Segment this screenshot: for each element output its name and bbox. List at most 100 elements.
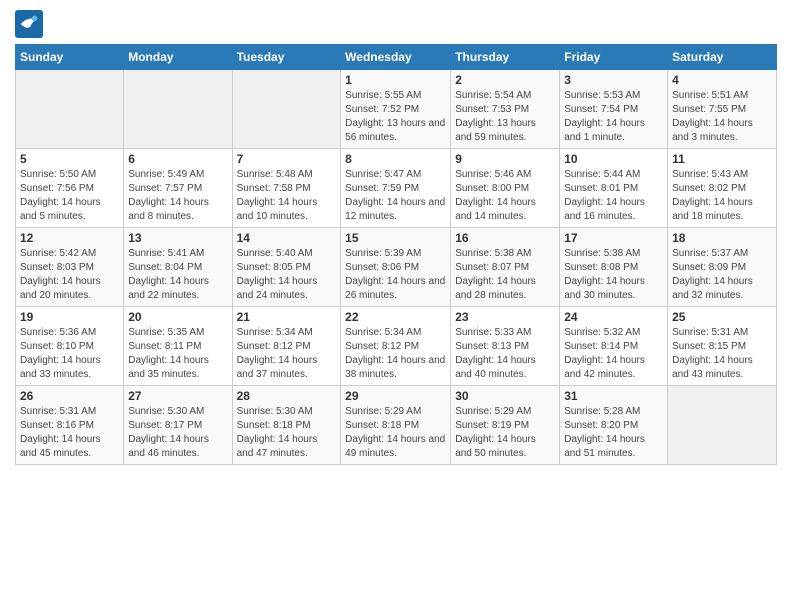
week-row-4: 19 Sunrise: 5:36 AMSunset: 8:10 PMDayligh… xyxy=(16,307,777,386)
day-number: 23 xyxy=(455,310,555,324)
day-info: Sunrise: 5:29 AMSunset: 8:18 PMDaylight:… xyxy=(345,405,446,461)
day-info: Sunrise: 5:47 AMSunset: 7:59 PMDaylight:… xyxy=(345,168,446,224)
weekday-header-row: SundayMondayTuesdayWednesdayThursdayFrid… xyxy=(16,45,777,70)
day-number: 15 xyxy=(345,231,446,245)
day-info: Sunrise: 5:50 AMSunset: 7:56 PMDaylight:… xyxy=(20,168,119,224)
day-info: Sunrise: 5:48 AMSunset: 7:58 PMDaylight:… xyxy=(237,168,337,224)
calendar-table: SundayMondayTuesdayWednesdayThursdayFrid… xyxy=(15,44,777,465)
calendar-cell: 6 Sunrise: 5:49 AMSunset: 7:57 PMDaylight… xyxy=(124,149,232,228)
calendar-cell: 8 Sunrise: 5:47 AMSunset: 7:59 PMDaylight… xyxy=(341,149,451,228)
calendar-cell: 11 Sunrise: 5:43 AMSunset: 8:02 PMDayligh… xyxy=(668,149,777,228)
day-info: Sunrise: 5:34 AMSunset: 8:12 PMDaylight:… xyxy=(345,326,446,382)
day-number: 14 xyxy=(237,231,337,245)
day-number: 17 xyxy=(564,231,663,245)
day-number: 21 xyxy=(237,310,337,324)
day-number: 3 xyxy=(564,73,663,87)
day-number: 29 xyxy=(345,389,446,403)
week-row-1: 1 Sunrise: 5:55 AMSunset: 7:52 PMDaylight… xyxy=(16,70,777,149)
day-number: 2 xyxy=(455,73,555,87)
calendar-cell xyxy=(124,70,232,149)
calendar-cell: 29 Sunrise: 5:29 AMSunset: 8:18 PMDayligh… xyxy=(341,386,451,465)
day-info: Sunrise: 5:38 AMSunset: 8:08 PMDaylight:… xyxy=(564,247,663,303)
day-info: Sunrise: 5:28 AMSunset: 8:20 PMDaylight:… xyxy=(564,405,663,461)
calendar-cell: 3 Sunrise: 5:53 AMSunset: 7:54 PMDaylight… xyxy=(560,70,668,149)
day-number: 27 xyxy=(128,389,227,403)
day-info: Sunrise: 5:53 AMSunset: 7:54 PMDaylight:… xyxy=(564,89,663,145)
calendar-cell: 24 Sunrise: 5:32 AMSunset: 8:14 PMDayligh… xyxy=(560,307,668,386)
day-number: 13 xyxy=(128,231,227,245)
day-number: 31 xyxy=(564,389,663,403)
day-number: 25 xyxy=(672,310,772,324)
day-info: Sunrise: 5:43 AMSunset: 8:02 PMDaylight:… xyxy=(672,168,772,224)
day-info: Sunrise: 5:54 AMSunset: 7:53 PMDaylight:… xyxy=(455,89,555,145)
calendar-cell: 21 Sunrise: 5:34 AMSunset: 8:12 PMDayligh… xyxy=(232,307,341,386)
day-info: Sunrise: 5:46 AMSunset: 8:00 PMDaylight:… xyxy=(455,168,555,224)
day-info: Sunrise: 5:36 AMSunset: 8:10 PMDaylight:… xyxy=(20,326,119,382)
day-info: Sunrise: 5:35 AMSunset: 8:11 PMDaylight:… xyxy=(128,326,227,382)
calendar-cell: 28Sunrise: 5:30 AMSunset: 8:18 PMDayligh… xyxy=(232,386,341,465)
calendar-cell: 9 Sunrise: 5:46 AMSunset: 8:00 PMDaylight… xyxy=(451,149,560,228)
weekday-header-wednesday: Wednesday xyxy=(341,45,451,70)
calendar-cell: 20 Sunrise: 5:35 AMSunset: 8:11 PMDayligh… xyxy=(124,307,232,386)
weekday-header-thursday: Thursday xyxy=(451,45,560,70)
calendar-cell: 14 Sunrise: 5:40 AMSunset: 8:05 PMDayligh… xyxy=(232,228,341,307)
calendar-cell: 30 Sunrise: 5:29 AMSunset: 8:19 PMDayligh… xyxy=(451,386,560,465)
calendar-cell: 5 Sunrise: 5:50 AMSunset: 7:56 PMDaylight… xyxy=(16,149,124,228)
calendar-cell: 2 Sunrise: 5:54 AMSunset: 7:53 PMDaylight… xyxy=(451,70,560,149)
calendar-cell: 10Sunrise: 5:44 AMSunset: 8:01 PMDayligh… xyxy=(560,149,668,228)
day-number: 12 xyxy=(20,231,119,245)
day-info: Sunrise: 5:49 AMSunset: 7:57 PMDaylight:… xyxy=(128,168,227,224)
day-number: 6 xyxy=(128,152,227,166)
day-number: 26 xyxy=(20,389,119,403)
weekday-header-friday: Friday xyxy=(560,45,668,70)
day-info: Sunrise: 5:37 AMSunset: 8:09 PMDaylight:… xyxy=(672,247,772,303)
day-number: 5 xyxy=(20,152,119,166)
day-info: Sunrise: 5:39 AMSunset: 8:06 PMDaylight:… xyxy=(345,247,446,303)
day-info: Sunrise: 5:31 AMSunset: 8:16 PMDaylight:… xyxy=(20,405,119,461)
day-info: Sunrise: 5:38 AMSunset: 8:07 PMDaylight:… xyxy=(455,247,555,303)
calendar-cell: 26 Sunrise: 5:31 AMSunset: 8:16 PMDayligh… xyxy=(16,386,124,465)
day-info: Sunrise: 5:30 AMSunset: 8:18 PMDaylight:… xyxy=(237,405,337,461)
day-info: Sunrise: 5:51 AMSunset: 7:55 PMDaylight:… xyxy=(672,89,772,145)
logo xyxy=(15,10,47,38)
calendar-cell: 23 Sunrise: 5:33 AMSunset: 8:13 PMDayligh… xyxy=(451,307,560,386)
calendar-cell: 1 Sunrise: 5:55 AMSunset: 7:52 PMDaylight… xyxy=(341,70,451,149)
day-number: 7 xyxy=(237,152,337,166)
day-info: Sunrise: 5:34 AMSunset: 8:12 PMDaylight:… xyxy=(237,326,337,382)
header xyxy=(15,10,777,38)
day-info: Sunrise: 5:29 AMSunset: 8:19 PMDaylight:… xyxy=(455,405,555,461)
day-number: 4 xyxy=(672,73,772,87)
day-info: Sunrise: 5:32 AMSunset: 8:14 PMDaylight:… xyxy=(564,326,663,382)
day-info: Sunrise: 5:42 AMSunset: 8:03 PMDaylight:… xyxy=(20,247,119,303)
day-info: Sunrise: 5:55 AMSunset: 7:52 PMDaylight:… xyxy=(345,89,446,145)
logo-icon xyxy=(15,10,43,38)
day-number: 19 xyxy=(20,310,119,324)
weekday-header-tuesday: Tuesday xyxy=(232,45,341,70)
day-number: 22 xyxy=(345,310,446,324)
day-info: Sunrise: 5:40 AMSunset: 8:05 PMDaylight:… xyxy=(237,247,337,303)
calendar-cell: 15 Sunrise: 5:39 AMSunset: 8:06 PMDayligh… xyxy=(341,228,451,307)
week-row-3: 12 Sunrise: 5:42 AMSunset: 8:03 PMDayligh… xyxy=(16,228,777,307)
calendar-cell xyxy=(668,386,777,465)
weekday-header-monday: Monday xyxy=(124,45,232,70)
calendar-cell: 16Sunrise: 5:38 AMSunset: 8:07 PMDayligh… xyxy=(451,228,560,307)
day-number: 11 xyxy=(672,152,772,166)
calendar-cell xyxy=(16,70,124,149)
calendar-cell: 13Sunrise: 5:41 AMSunset: 8:04 PMDayligh… xyxy=(124,228,232,307)
day-number: 8 xyxy=(345,152,446,166)
day-number: 20 xyxy=(128,310,227,324)
day-number: 1 xyxy=(345,73,446,87)
day-number: 24 xyxy=(564,310,663,324)
day-info: Sunrise: 5:44 AMSunset: 8:01 PMDaylight:… xyxy=(564,168,663,224)
calendar-cell: 27Sunrise: 5:30 AMSunset: 8:17 PMDayligh… xyxy=(124,386,232,465)
calendar-cell: 18Sunrise: 5:37 AMSunset: 8:09 PMDayligh… xyxy=(668,228,777,307)
day-info: Sunrise: 5:33 AMSunset: 8:13 PMDaylight:… xyxy=(455,326,555,382)
week-row-2: 5 Sunrise: 5:50 AMSunset: 7:56 PMDaylight… xyxy=(16,149,777,228)
weekday-header-sunday: Sunday xyxy=(16,45,124,70)
calendar-cell: 31 Sunrise: 5:28 AMSunset: 8:20 PMDayligh… xyxy=(560,386,668,465)
day-number: 9 xyxy=(455,152,555,166)
calendar-cell: 19 Sunrise: 5:36 AMSunset: 8:10 PMDayligh… xyxy=(16,307,124,386)
calendar-cell xyxy=(232,70,341,149)
day-number: 30 xyxy=(455,389,555,403)
day-info: Sunrise: 5:31 AMSunset: 8:15 PMDaylight:… xyxy=(672,326,772,382)
